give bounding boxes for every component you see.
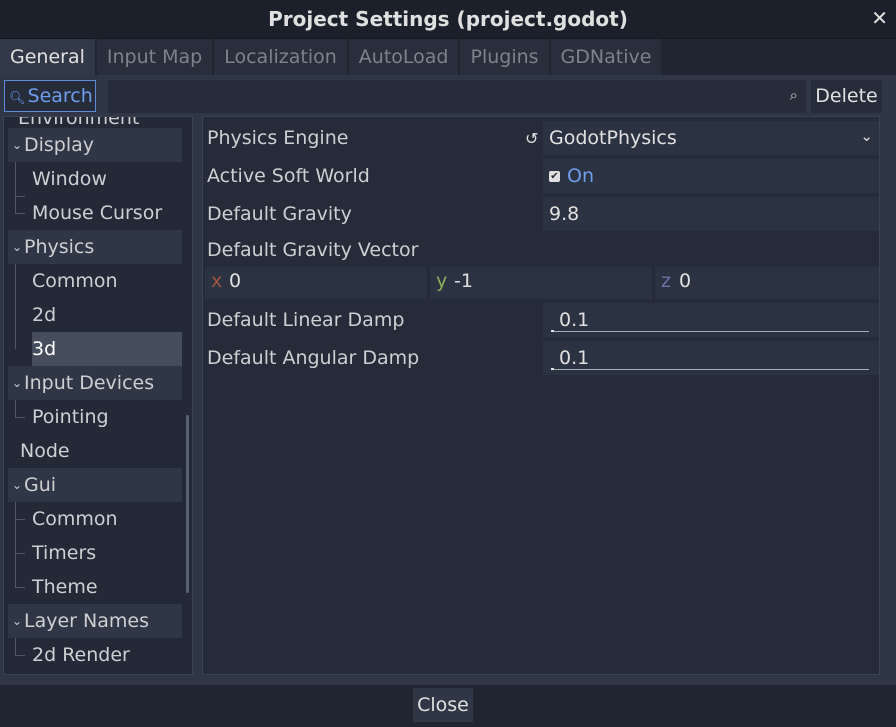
tab-localization[interactable]: Localization xyxy=(214,39,347,75)
close-button[interactable]: Close xyxy=(413,688,473,722)
chevron-down-icon[interactable]: ⌄ xyxy=(12,468,22,502)
tree-item-2d-render[interactable]: 2d Render xyxy=(32,638,182,672)
search-toggle-button[interactable]: 🔍︎ Search xyxy=(4,80,96,112)
physics-engine-label: Physics Engine xyxy=(207,127,349,149)
tree-guide-branch xyxy=(15,196,25,197)
physics-engine-dropdown[interactable]: GodotPhysics ⌄ xyxy=(543,121,879,155)
axis-x-label: x xyxy=(211,270,223,292)
gravity-vector-z-field[interactable]: z 0 xyxy=(655,267,879,299)
slider-grabber[interactable] xyxy=(551,330,554,332)
tree-guide-branch xyxy=(15,417,25,418)
tree-section-gui[interactable]: ⌄ Gui xyxy=(8,468,182,502)
tree-section-label: Layer Names xyxy=(24,610,149,632)
gravity-vector-z-value: 0 xyxy=(679,270,692,292)
tree-item-node[interactable]: Node xyxy=(20,434,70,468)
default-linear-damp-slider[interactable]: 0.1 xyxy=(543,303,879,337)
tree-item-window[interactable]: Window xyxy=(32,162,182,196)
default-angular-damp-slider[interactable]: 0.1 xyxy=(543,341,879,375)
gravity-vector-y-value: -1 xyxy=(454,270,473,292)
tree-item-physics-common[interactable]: Common xyxy=(32,264,182,298)
tree-scrollbar[interactable] xyxy=(186,415,189,593)
chevron-down-icon[interactable]: ⌄ xyxy=(12,366,22,400)
search-input[interactable]: ⌕ xyxy=(108,80,806,113)
tree-item-pointing[interactable]: Pointing xyxy=(32,400,182,434)
tree-section-label: Gui xyxy=(24,474,57,496)
tree-guide-branch xyxy=(15,587,25,588)
tree-guide-branch xyxy=(15,213,25,214)
tree-item-physics-2d[interactable]: 2d xyxy=(32,298,182,332)
gravity-vector-y-field[interactable]: y -1 xyxy=(430,267,652,299)
tree-guide-branch xyxy=(15,655,25,656)
default-angular-damp-label: Default Angular Damp xyxy=(207,347,420,369)
default-gravity-value: 9.8 xyxy=(549,203,580,225)
delete-button[interactable]: Delete xyxy=(811,80,882,113)
tab-input-map[interactable]: Input Map xyxy=(96,39,213,75)
chevron-down-icon[interactable]: ⌄ xyxy=(12,128,22,162)
tree-guide-line xyxy=(15,638,16,655)
tree-item-gui-common[interactable]: Common xyxy=(32,502,182,536)
property-inspector: Physics Engine ↺ GodotPhysics ⌄ Active S… xyxy=(202,116,880,675)
chevron-down-icon[interactable]: ⌄ xyxy=(12,230,22,264)
tree-item-theme[interactable]: Theme xyxy=(32,570,182,604)
tree-guide-branch xyxy=(15,553,25,554)
default-linear-damp-value: 0.1 xyxy=(559,309,590,331)
tree-section-label: Physics xyxy=(24,236,95,258)
tree-item-mouse-cursor[interactable]: Mouse Cursor xyxy=(32,196,182,230)
checkbox-checked-icon[interactable]: ✔ xyxy=(549,171,560,182)
tab-plugins[interactable]: Plugins xyxy=(460,39,549,75)
settings-tabs: General Input Map Localization AutoLoad … xyxy=(0,39,663,75)
tab-autoload[interactable]: AutoLoad xyxy=(348,39,459,75)
sections-tree[interactable]: Environment ⌄ Display Window Mouse Cursor… xyxy=(3,116,193,675)
axis-z-label: z xyxy=(661,270,671,292)
tab-general[interactable]: General xyxy=(0,39,95,75)
tree-guide-line xyxy=(15,502,16,587)
default-linear-damp-label: Default Linear Damp xyxy=(207,309,405,331)
slider-grabber[interactable] xyxy=(551,368,554,370)
tree-section-label: Input Devices xyxy=(24,372,155,394)
close-icon[interactable]: ✕ xyxy=(871,6,888,30)
physics-engine-value: GodotPhysics xyxy=(549,127,677,149)
tree-section-display[interactable]: ⌄ Display xyxy=(8,128,182,162)
axis-y-label: y xyxy=(436,270,448,292)
tree-guide-branch xyxy=(15,519,25,520)
search-field-icon: ⌕ xyxy=(789,86,798,104)
dialog-titlebar: Project Settings (project.godot) ✕ xyxy=(0,0,896,39)
search-label: Search xyxy=(27,85,93,107)
tree-guide-line xyxy=(15,162,16,213)
revert-icon[interactable]: ↺ xyxy=(525,129,538,148)
active-soft-world-row: ✔ On xyxy=(543,159,879,193)
tree-section-physics[interactable]: ⌄ Physics xyxy=(8,230,182,264)
tree-item-physics-3d[interactable]: 3d xyxy=(32,332,182,366)
default-gravity-label: Default Gravity xyxy=(207,203,352,225)
tree-section-label: Display xyxy=(24,134,95,156)
slider-track xyxy=(551,331,869,332)
active-soft-world-value[interactable]: On xyxy=(567,165,594,187)
default-angular-damp-value: 0.1 xyxy=(559,347,590,369)
gravity-vector-x-value: 0 xyxy=(229,270,242,292)
tree-guide-line xyxy=(15,264,16,349)
default-gravity-vector-label: Default Gravity Vector xyxy=(207,239,419,261)
default-gravity-field[interactable]: 9.8 xyxy=(543,197,879,231)
active-soft-world-label: Active Soft World xyxy=(207,165,370,187)
tree-section-layer-names[interactable]: ⌄ Layer Names xyxy=(8,604,182,638)
chevron-down-icon: ⌄ xyxy=(860,127,873,145)
tree-guide-line xyxy=(15,400,16,417)
search-icon: 🔍︎ xyxy=(9,91,26,106)
chevron-down-icon[interactable]: ⌄ xyxy=(12,604,22,638)
tree-item-timers[interactable]: Timers xyxy=(32,536,182,570)
tab-gdnative[interactable]: GDNative xyxy=(550,39,662,75)
tree-section-input-devices[interactable]: ⌄ Input Devices xyxy=(8,366,182,400)
gravity-vector-x-field[interactable]: x 0 xyxy=(205,267,427,299)
slider-track xyxy=(551,369,869,370)
dialog-title: Project Settings (project.godot) xyxy=(268,7,628,31)
